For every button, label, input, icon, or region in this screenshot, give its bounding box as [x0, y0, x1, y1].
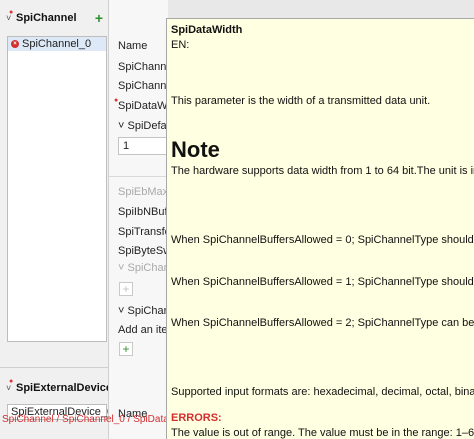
name-header: Name	[118, 40, 148, 52]
chevron-down-icon[interactable]: ˅	[6, 13, 16, 23]
add-item-label: Add an iter	[118, 324, 168, 336]
property-label: SpiEbMaxL	[118, 186, 168, 198]
chevron-down-icon: ˅	[118, 120, 125, 132]
section-title: SpiExternalDevice	[16, 382, 112, 394]
property-label[interactable]: SpiIbNBuff	[118, 206, 168, 218]
property-label[interactable]: SpiTransfer	[118, 226, 168, 238]
tooltip-description: This parameter is the width of a transmi…	[171, 95, 431, 107]
value-field[interactable]: 1	[118, 137, 168, 155]
property-label-text: SpiChann	[127, 305, 169, 317]
property-group-label[interactable]: ˅ SpiChann	[118, 305, 168, 317]
tooltip-lang: EN:	[171, 39, 190, 51]
spiexternaldevice-header[interactable]: ˅ SpiExternalDevice	[6, 382, 112, 394]
tooltip-error-text: The value is out of range. The value mus…	[171, 427, 474, 439]
tooltip-note-text: The hardware supports data width from 1 …	[171, 165, 474, 177]
list-item-label: SpiChannel_0	[22, 38, 92, 50]
properties-column: Name SpiChannel SpiChannel ●SpiDataWi ˅ …	[108, 0, 168, 439]
status-path[interactable]: SpiChannel / SpiChannel_0 / SpiDataWidth	[0, 414, 166, 426]
chevron-down-icon[interactable]: ˅	[6, 383, 16, 393]
chevron-down-icon: ˅	[118, 262, 125, 274]
tooltip-errors-heading: ERRORS:	[171, 412, 222, 424]
property-label[interactable]: SpiChannel	[118, 80, 168, 92]
add-button[interactable]: +	[91, 10, 107, 26]
property-label-text: SpiDefaul	[127, 120, 169, 132]
property-label[interactable]: SpiChannel	[118, 61, 168, 73]
property-group-label[interactable]: ˅ SpiDefaul	[118, 120, 168, 132]
add-button[interactable]: +	[119, 342, 133, 356]
property-label-text: SpiChann	[127, 262, 169, 274]
tooltip-note-heading: Note	[171, 137, 220, 162]
add-button[interactable]: +	[119, 282, 133, 296]
tooltip-title: SpiDataWidth	[171, 24, 243, 36]
property-label[interactable]: SpiByteSwa	[118, 245, 168, 257]
section-title: SpiChannel	[16, 12, 77, 24]
property-group-label[interactable]: ˅ SpiChann	[118, 262, 168, 274]
error-icon: ×	[11, 40, 19, 48]
spichannel-list[interactable]: × SpiChannel_0	[7, 36, 107, 342]
property-label-text: SpiDataWi	[118, 100, 168, 112]
list-item[interactable]: × SpiChannel_0	[8, 37, 106, 51]
tooltip-formats: Supported input formats are: hexadecimal…	[171, 386, 474, 398]
tooltip-line: When SpiChannelBuffersAllowed = 1; SpiCh…	[171, 276, 474, 288]
spichannel-header[interactable]: ˅ SpiChannel	[6, 12, 77, 24]
divider	[109, 176, 168, 177]
tooltip-line: When SpiChannelBuffersAllowed = 0; SpiCh…	[171, 234, 474, 246]
tooltip-line: When SpiChannelBuffersAllowed = 2; SpiCh…	[171, 317, 474, 329]
error-marker-icon: ●	[114, 97, 119, 104]
property-label-spidatawidth[interactable]: ● SpiDataWi	[114, 97, 168, 112]
chevron-down-icon: ˅	[118, 305, 125, 317]
help-tooltip: SpiDataWidth EN: This parameter is the w…	[166, 18, 474, 439]
